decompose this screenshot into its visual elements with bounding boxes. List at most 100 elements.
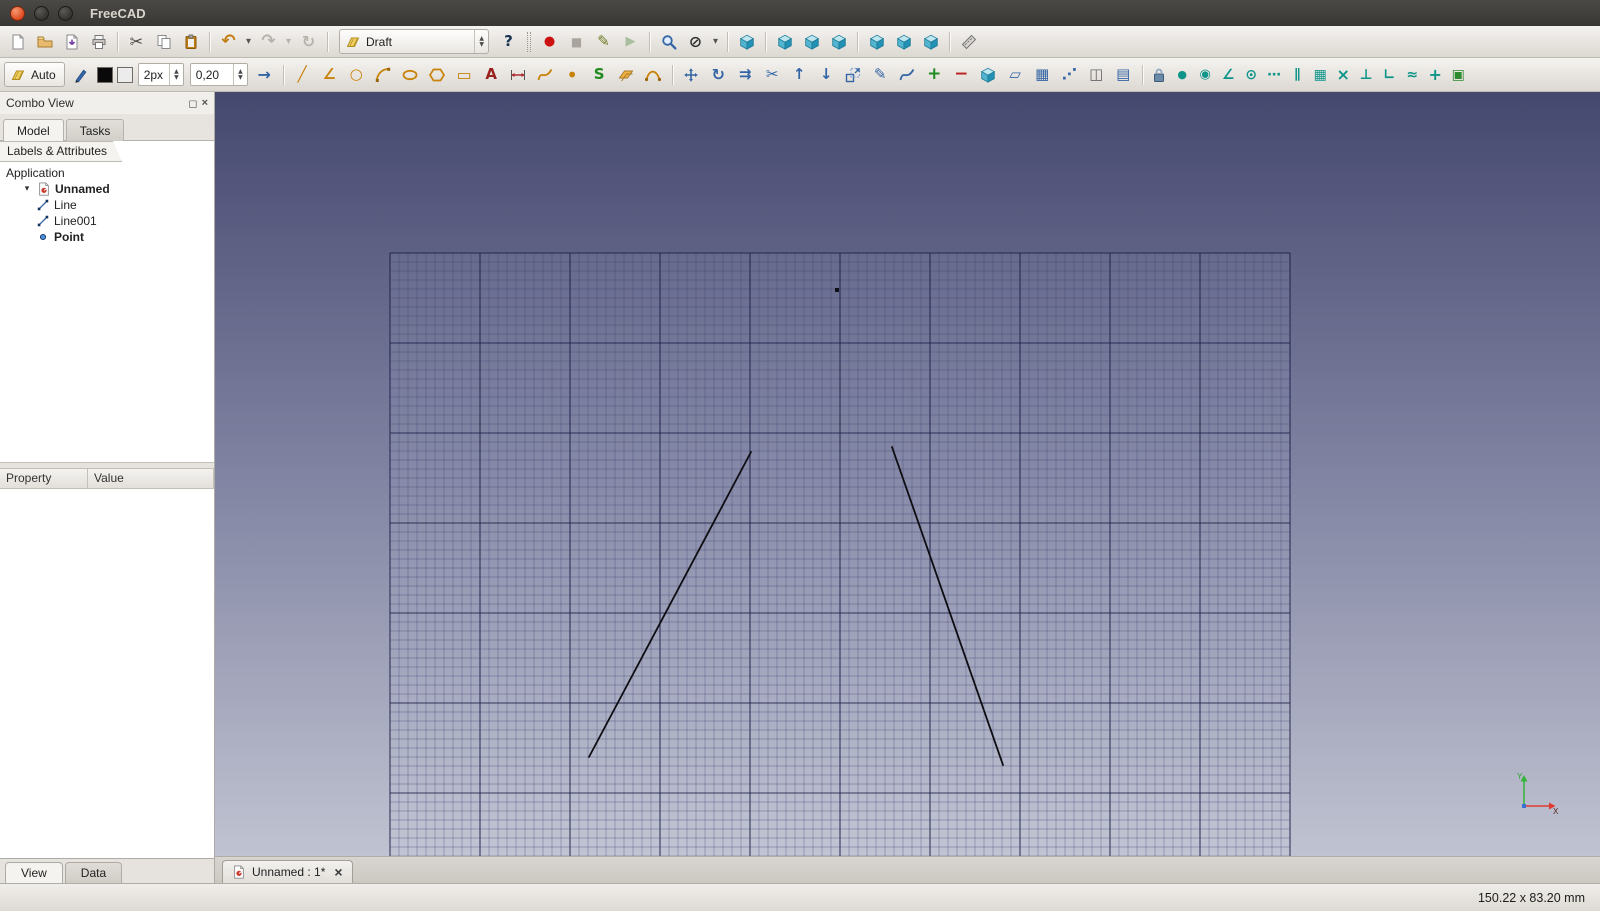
scale-button[interactable] <box>840 62 867 88</box>
clone-button[interactable]: ◫ <box>1083 62 1110 88</box>
line-button[interactable]: ╱ <box>289 62 316 88</box>
copy-button[interactable] <box>150 29 177 55</box>
draw-style-button[interactable]: ⊘ <box>682 29 709 55</box>
point-button[interactable]: • <box>559 62 586 88</box>
construction-mode-button[interactable] <box>68 62 95 88</box>
measure-distance-button[interactable] <box>955 29 982 55</box>
rear-view-button[interactable] <box>863 29 890 55</box>
snap-ortho-button[interactable]: ∟ <box>1378 63 1401 87</box>
document-tab[interactable]: Unnamed : 1* × <box>222 860 353 883</box>
edit-button[interactable]: ✎ <box>867 62 894 88</box>
property-column-header[interactable]: Property <box>0 469 88 488</box>
bezier-button[interactable] <box>640 62 667 88</box>
bspline-button[interactable] <box>532 62 559 88</box>
right-view-button[interactable] <box>825 29 852 55</box>
wire-button[interactable]: ∠ <box>316 62 343 88</box>
tab-view[interactable]: View <box>5 862 63 883</box>
float-panel-icon[interactable]: ◻ <box>188 97 197 110</box>
snap-lock-button[interactable] <box>1148 63 1171 87</box>
rectangle-button[interactable]: ▭ <box>451 62 478 88</box>
refresh-button[interactable]: ↻ <box>295 29 322 55</box>
tab-data[interactable]: Data <box>65 862 122 883</box>
line-width-spinner[interactable]: 2px ▲▼ <box>138 63 184 86</box>
panel-splitter[interactable] <box>0 462 214 469</box>
tree-item-unnamed[interactable]: ▾Unnamed <box>0 181 214 197</box>
trimex-button[interactable]: ✂ <box>759 62 786 88</box>
text-button[interactable]: A <box>478 62 505 88</box>
undo-dropdown-button[interactable]: ▾ <box>242 29 255 55</box>
circle-button[interactable]: ○ <box>343 62 370 88</box>
tab-tasks[interactable]: Tasks <box>66 119 125 141</box>
polygon-button[interactable] <box>424 62 451 88</box>
redo-dropdown-button[interactable]: ▾ <box>282 29 295 55</box>
face-color-swatch[interactable] <box>117 67 133 83</box>
array-button[interactable]: ▦ <box>1029 62 1056 88</box>
open-document-button[interactable] <box>31 29 58 55</box>
spinner-steppers-icon[interactable]: ▲▼ <box>169 64 183 85</box>
new-document-button[interactable] <box>4 29 31 55</box>
top-view-button[interactable] <box>798 29 825 55</box>
spinner-steppers-icon[interactable]: ▲▼ <box>233 64 247 85</box>
cut-button[interactable]: ✂ <box>123 29 150 55</box>
snap-intersection-button[interactable]: × <box>1332 63 1355 87</box>
macro-stop-button[interactable]: ■ <box>563 29 590 55</box>
tree-item-point[interactable]: Point <box>0 229 214 245</box>
paste-button[interactable] <box>177 29 204 55</box>
wire-to-bspline-button[interactable] <box>894 62 921 88</box>
close-window-button[interactable] <box>10 6 25 21</box>
draw-style-dropdown-button[interactable]: ▾ <box>709 29 722 55</box>
ellipse-button[interactable] <box>397 62 424 88</box>
fit-all-button[interactable] <box>655 29 682 55</box>
tree-item-line001[interactable]: Line001 <box>0 213 214 229</box>
working-plane-button[interactable]: Auto <box>4 62 65 87</box>
axonometric-view-button[interactable] <box>733 29 760 55</box>
snap-near-button[interactable]: ≈ <box>1401 63 1424 87</box>
add-point-button[interactable]: + <box>921 62 948 88</box>
macro-edit-button[interactable]: ✎ <box>590 29 617 55</box>
dimension-button[interactable] <box>505 62 532 88</box>
bottom-view-button[interactable] <box>890 29 917 55</box>
macro-record-button[interactable]: ● <box>536 29 563 55</box>
tree-item-application[interactable]: Application <box>0 165 214 181</box>
whats-this-button[interactable]: ? <box>495 29 522 55</box>
snap-perpendicular-button[interactable]: ⊥ <box>1355 63 1378 87</box>
path-array-button[interactable]: ⋰ <box>1056 62 1083 88</box>
3d-viewport[interactable]: Y X <box>215 92 1600 856</box>
upgrade-button[interactable]: ↑ <box>786 62 813 88</box>
line-color-swatch[interactable] <box>97 67 113 83</box>
rotate-button[interactable]: ↻ <box>705 62 732 88</box>
tree-item-line[interactable]: Line <box>0 197 214 213</box>
print-button[interactable] <box>85 29 112 55</box>
drawing-view-button[interactable]: ▤ <box>1110 62 1137 88</box>
macro-play-button[interactable]: ▶ <box>617 29 644 55</box>
close-panel-icon[interactable]: × <box>202 97 208 110</box>
snap-special-button[interactable]: + <box>1424 63 1447 87</box>
snap-endpoint-button[interactable]: ● <box>1171 63 1194 87</box>
facebinder-button[interactable] <box>613 62 640 88</box>
save-document-button[interactable] <box>58 29 85 55</box>
minimize-window-button[interactable] <box>34 6 49 21</box>
snap-grid-button[interactable]: ▦ <box>1309 63 1332 87</box>
front-view-button[interactable] <box>771 29 798 55</box>
tab-model[interactable]: Model <box>3 119 64 141</box>
move-button[interactable] <box>678 62 705 88</box>
apply-style-button[interactable]: → <box>251 62 278 88</box>
maximize-window-button[interactable] <box>58 6 73 21</box>
snap-midpoint-button[interactable]: ◉ <box>1194 63 1217 87</box>
snap-extension-button[interactable]: ⋯ <box>1263 63 1286 87</box>
expander-icon[interactable]: ▾ <box>21 184 33 194</box>
redo-button[interactable]: ↷ <box>255 29 282 55</box>
workbench-selector[interactable]: Draft ▲▼ <box>339 29 489 54</box>
draft-to-sketch-button[interactable]: ▱ <box>1002 62 1029 88</box>
delete-point-button[interactable]: − <box>948 62 975 88</box>
left-view-button[interactable] <box>917 29 944 55</box>
snap-working-plane-button[interactable]: ▣ <box>1447 63 1470 87</box>
snap-angle-button[interactable]: ∠ <box>1217 63 1240 87</box>
value-column-header[interactable]: Value <box>88 469 214 488</box>
arc-button[interactable] <box>370 62 397 88</box>
snap-parallel-button[interactable]: ∥ <box>1286 63 1309 87</box>
shapestring-button[interactable]: S <box>586 62 613 88</box>
undo-button[interactable]: ↶ <box>215 29 242 55</box>
text-scale-spinner[interactable]: 0,20 ▲▼ <box>190 63 248 86</box>
downgrade-button[interactable]: ↓ <box>813 62 840 88</box>
